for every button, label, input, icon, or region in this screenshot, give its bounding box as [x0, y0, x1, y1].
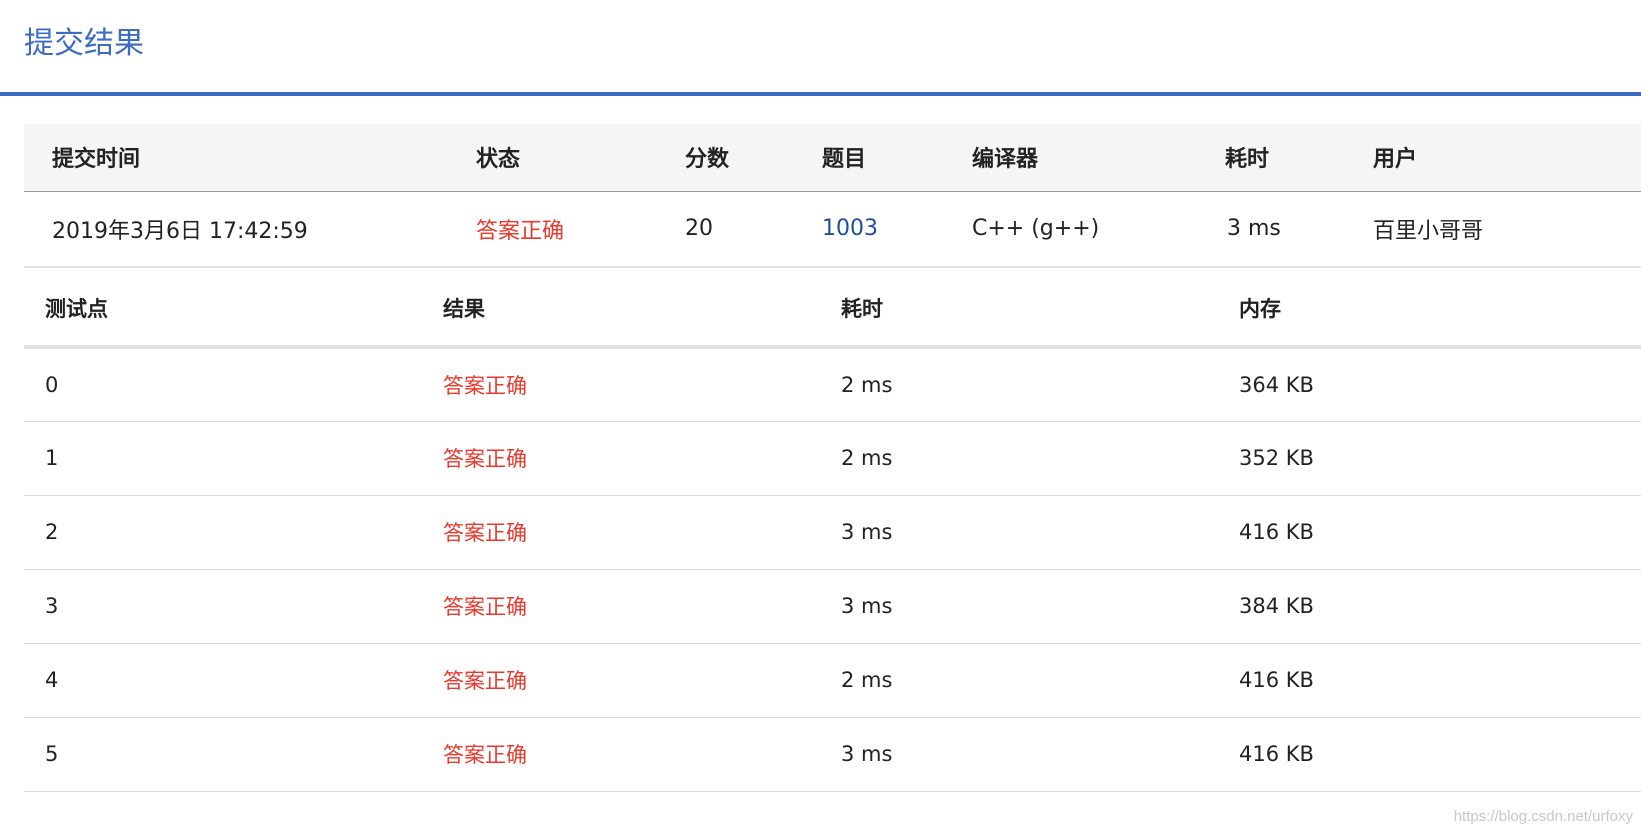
table-row: 1 答案正确 2 ms 352 KB [24, 421, 1641, 495]
header-submit-time: 提交时间 [52, 147, 141, 173]
page-header: 提交结果 [0, 0, 1641, 96]
submission-score: 20 [685, 216, 713, 242]
problem-link[interactable]: 1003 [822, 216, 878, 241]
header-duration: 耗时 [1225, 147, 1270, 173]
test-point-id: 4 [45, 668, 59, 692]
watermark: https://blog.csdn.net/urfoxy [1453, 808, 1633, 825]
user-name: 百里小哥哥 [1373, 218, 1484, 244]
test-memory: 416 KB [1239, 742, 1314, 766]
summary-row: 2019年3月6日 17:42:59 答案正确 20 1003 C++ (g++… [24, 191, 1641, 267]
test-memory: 364 KB [1239, 372, 1314, 397]
test-point-id: 1 [45, 446, 59, 470]
test-memory: 416 KB [1239, 668, 1314, 692]
summary-header-row: 提交时间 状态 分数 题目 编译器 耗时 用户 [24, 124, 1641, 191]
test-time: 2 ms [841, 446, 893, 470]
test-point-id: 0 [45, 372, 59, 397]
test-time: 2 ms [841, 668, 893, 692]
submission-summary-table: 提交时间 状态 分数 题目 编译器 耗时 用户 2019年3月6日 17:42:… [24, 124, 1641, 268]
test-memory: 416 KB [1239, 520, 1314, 544]
test-result: 答案正确 [443, 595, 527, 619]
test-memory: 384 KB [1239, 594, 1314, 618]
test-time: 3 ms [841, 742, 893, 766]
test-time: 2 ms [841, 372, 893, 397]
test-point-id: 3 [45, 594, 59, 618]
header-result: 结果 [443, 297, 485, 321]
table-row: 5 答案正确 3 ms 416 KB [24, 717, 1641, 791]
test-result: 答案正确 [443, 447, 527, 471]
test-cases-table: 测试点 结果 耗时 内存 0 答案正确 2 ms 364 KB 1 答案正确 2… [24, 271, 1641, 792]
test-result: 答案正确 [443, 743, 527, 767]
header-memory: 内存 [1239, 297, 1281, 321]
submission-status: 答案正确 [476, 218, 565, 244]
test-point-id: 5 [45, 742, 59, 766]
test-result: 答案正确 [443, 373, 527, 398]
submission-duration: 3 ms [1227, 216, 1281, 242]
header-user: 用户 [1373, 147, 1418, 173]
header-score: 分数 [685, 147, 730, 173]
test-result: 答案正确 [443, 669, 527, 693]
header-test-point: 测试点 [45, 297, 108, 321]
page-title: 提交结果 [24, 26, 144, 61]
table-row: 4 答案正确 2 ms 416 KB [24, 643, 1641, 717]
cases-header-row: 测试点 结果 耗时 内存 [24, 271, 1641, 347]
compiler: C++ (g++) [972, 216, 1100, 242]
submit-time: 2019年3月6日 17:42:59 [52, 218, 308, 244]
test-time: 3 ms [841, 594, 893, 618]
test-result: 答案正确 [443, 521, 527, 545]
header-problem: 题目 [822, 147, 867, 173]
header-time: 耗时 [841, 297, 883, 321]
header-status: 状态 [476, 147, 521, 173]
table-row: 2 答案正确 3 ms 416 KB [24, 495, 1641, 569]
header-compiler: 编译器 [972, 147, 1039, 173]
test-time: 3 ms [841, 520, 893, 544]
table-row: 0 答案正确 2 ms 364 KB [24, 347, 1641, 421]
table-row: 3 答案正确 3 ms 384 KB [24, 569, 1641, 643]
test-point-id: 2 [45, 520, 59, 544]
problem-cell: 1003 [822, 191, 972, 267]
test-memory: 352 KB [1239, 446, 1314, 470]
